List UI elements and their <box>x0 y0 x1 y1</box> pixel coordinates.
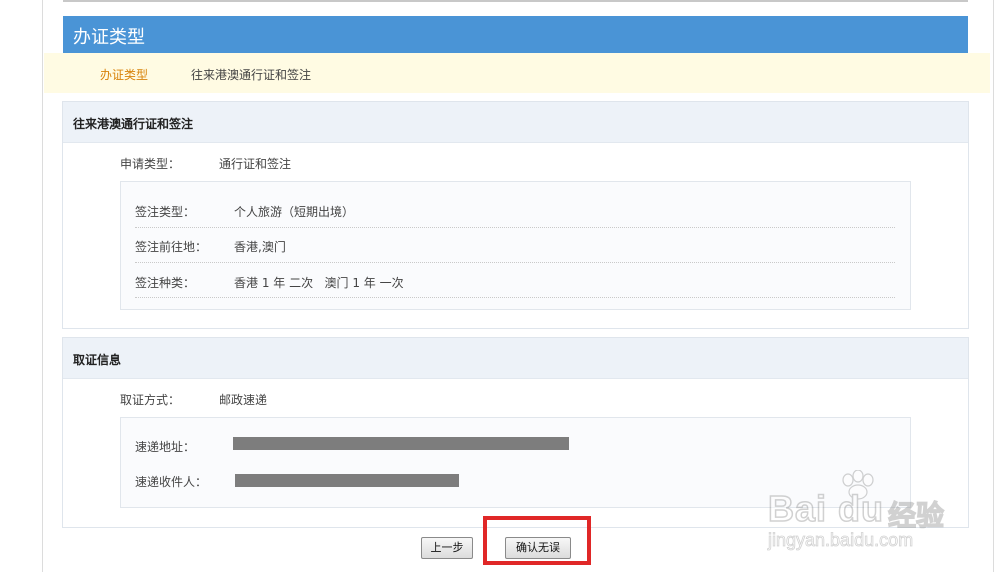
endorsement-destination-label: 签注前往地： <box>135 240 208 254</box>
row-divider <box>135 227 895 228</box>
endorsement-destination-value: 香港,澳门 <box>234 240 286 254</box>
endorsement-type-value: 个人旅游（短期出境） <box>234 205 355 219</box>
pickup-method-label: 取证方式： <box>120 393 181 407</box>
breadcrumb: 办证类型 往来港澳通行证和签注 <box>44 53 990 93</box>
endorsement-box: 签注类型： 个人旅游（短期出境） 签注前往地： 香港,澳门 签注种类： 香港 1… <box>120 181 911 310</box>
permit-panel-title: 往来港澳通行证和签注 <box>73 117 194 131</box>
section-title: 办证类型 <box>73 27 145 48</box>
apply-type-value: 通行证和签注 <box>219 157 292 171</box>
endorsement-kind-value: 香港 1 年 二次 澳门 1 年 一次 <box>234 276 404 290</box>
delivery-address-label: 速递地址： <box>135 440 196 454</box>
top-divider <box>63 0 968 2</box>
watermark-cn: 经验 <box>887 498 945 532</box>
breadcrumb-active-tab[interactable]: 办证类型 <box>100 66 148 83</box>
baidu-watermark: Bai du 经验 jingyan.baidu.com <box>767 470 968 560</box>
redacted-address <box>233 437 569 450</box>
breadcrumb-item[interactable]: 往来港澳通行证和签注 <box>191 66 311 83</box>
watermark-url: jingyan.baidu.com <box>768 530 914 551</box>
row-divider <box>135 262 895 263</box>
prev-step-button[interactable]: 上一步 <box>421 537 473 559</box>
section-title-bar: 办证类型 <box>63 16 968 53</box>
permit-panel: 往来港澳通行证和签注 申请类型： 通行证和签注 签注类型： 个人旅游（短期出境）… <box>62 101 969 329</box>
delivery-recipient-label: 速递收件人： <box>135 475 208 489</box>
endorsement-kind-label: 签注种类： <box>135 276 196 290</box>
permit-panel-header: 往来港澳通行证和签注 <box>63 102 968 143</box>
pickup-panel-title: 取证信息 <box>73 353 122 367</box>
apply-type-label: 申请类型： <box>120 157 181 171</box>
row-divider <box>135 297 895 298</box>
watermark-logo: Bai du <box>767 487 885 530</box>
redacted-recipient <box>235 474 459 487</box>
pickup-method-value: 邮政速递 <box>219 393 268 407</box>
endorsement-type-label: 签注类型： <box>135 205 196 219</box>
pickup-panel-header: 取证信息 <box>63 338 968 379</box>
confirm-highlight-box <box>483 516 591 565</box>
